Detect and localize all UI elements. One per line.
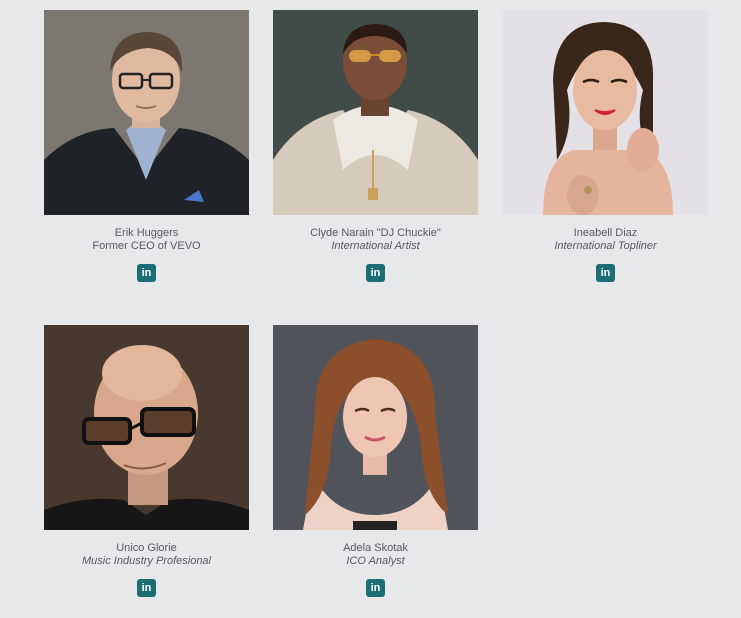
linkedin-icon[interactable]: in [366, 264, 385, 282]
linkedin-icon[interactable]: in [137, 579, 156, 597]
team-member-card: Erik Huggers Former CEO of VEVO in [44, 10, 249, 282]
linkedin-icon[interactable]: in [137, 264, 156, 282]
team-member-card: Clyde Narain "DJ Chuckie" International … [273, 10, 478, 282]
team-member-role: Former CEO of VEVO [92, 240, 201, 252]
linkedin-icon[interactable]: in [366, 579, 385, 597]
team-member-photo [44, 325, 249, 530]
linkedin-icon[interactable]: in [596, 264, 615, 282]
team-member-name: Unico Glorie [116, 542, 177, 554]
team-member-role: ICO Analyst [346, 555, 405, 567]
team-member-card: Adela Skotak ICO Analyst in [273, 325, 478, 597]
team-member-photo [44, 10, 249, 215]
team-member-photo [503, 10, 708, 215]
team-member-role: International Topliner [554, 240, 657, 252]
team-member-role: Music Industry Profesional [82, 555, 211, 567]
team-member-photo [273, 10, 478, 215]
team-member-name: Erik Huggers [114, 227, 179, 239]
team-grid: Erik Huggers Former CEO of VEVO in Clyde… [0, 0, 741, 618]
team-member-role: International Artist [331, 240, 420, 252]
team-member-card: Unico Glorie Music Industry Profesional … [44, 325, 249, 597]
team-member-name: Ineabell Diaz [573, 227, 638, 239]
team-member-photo [273, 325, 478, 530]
team-member-name: Clyde Narain "DJ Chuckie" [310, 227, 441, 239]
team-member-name: Adela Skotak [343, 542, 408, 554]
team-member-card: Ineabell Diaz International Topliner in [503, 10, 708, 282]
